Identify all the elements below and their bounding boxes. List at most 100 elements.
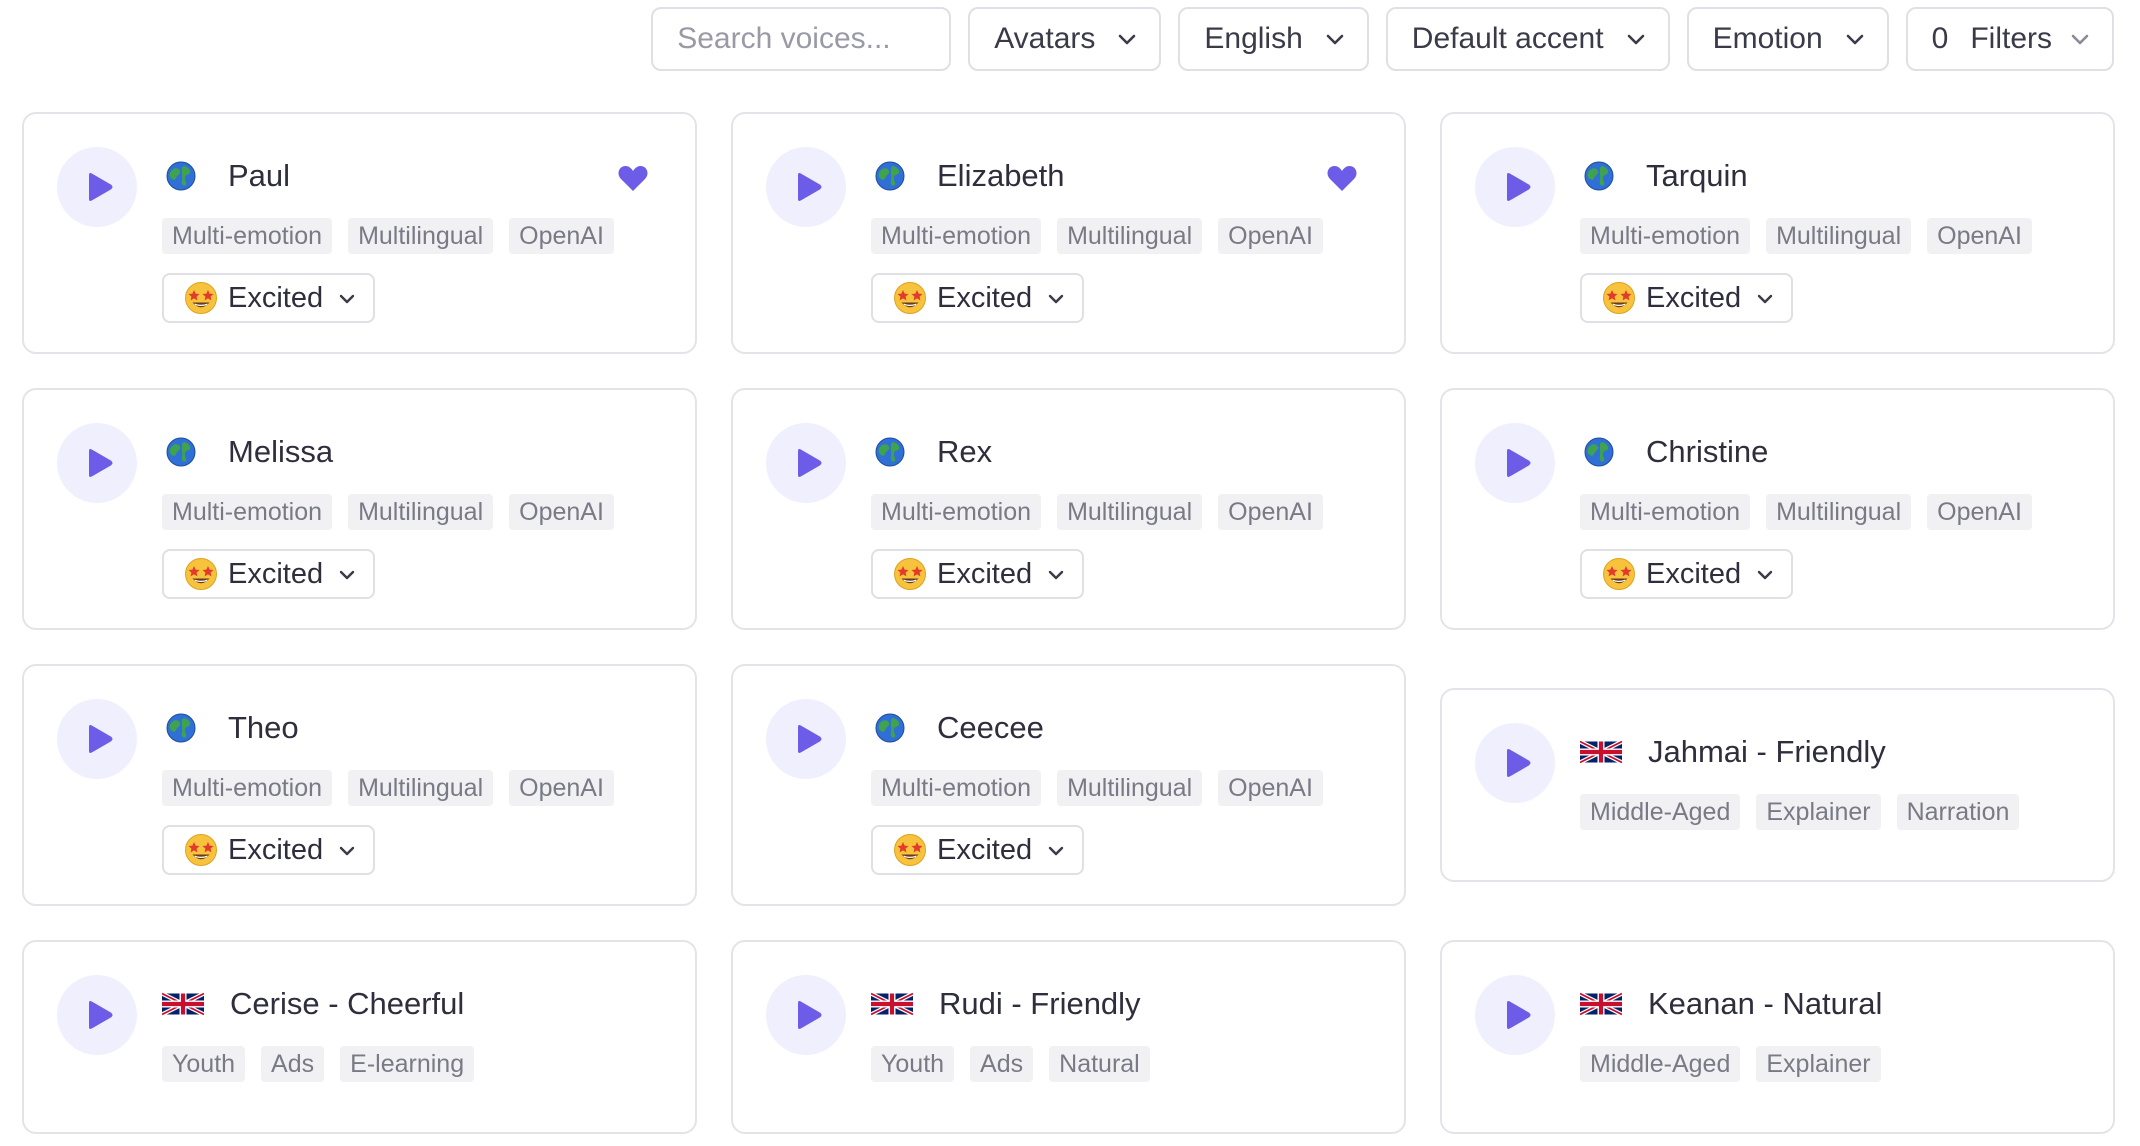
voice-tags: Middle-Aged Explainer [1580, 1046, 1881, 1082]
chevron-down-icon [1627, 34, 1644, 45]
globe-icon [166, 161, 196, 191]
chevron-down-icon [339, 570, 355, 579]
voice-card[interactable]: Keanan - Natural Middle-Aged Explainer [1440, 940, 2115, 1134]
voice-tag: Multilingual [1766, 494, 1912, 530]
voice-name: Keanan - Natural [1648, 986, 1883, 1021]
chevron-down-icon [1119, 34, 1136, 45]
language-dropdown[interactable]: English [1178, 7, 1369, 71]
voice-card[interactable]: Jahmai - Friendly Middle-Aged Explainer Na… [1440, 688, 2115, 882]
chevron-down-icon [1757, 294, 1773, 303]
heart-icon[interactable] [617, 164, 649, 192]
voice-name-row: Elizabeth [871, 158, 1065, 194]
play-button[interactable] [57, 423, 137, 503]
search-input[interactable] [651, 7, 952, 71]
emotion-dropdown[interactable]: Emotion [1686, 7, 1889, 71]
voice-tag: Multi-emotion [1580, 218, 1751, 254]
voice-card[interactable]: Paul Multi-emotion Multilingual OpenAI Exc… [22, 112, 697, 354]
voice-name-row: Ceecee [871, 710, 1044, 746]
play-icon [1507, 173, 1531, 201]
voice-name: Theo [228, 710, 299, 745]
star-struck-emoji-icon [185, 834, 217, 866]
voice-name: Cerise - Cheerful [230, 986, 465, 1021]
voice-tag: Multi-emotion [871, 770, 1042, 806]
emotion-select[interactable]: Excited [1580, 273, 1794, 323]
star-struck-emoji-icon [1603, 282, 1635, 314]
uk-flag-icon [1580, 991, 1622, 1017]
star-struck-emoji-icon [894, 282, 926, 314]
voice-tag: OpenAI [1218, 218, 1323, 254]
voice-name: Melissa [228, 434, 334, 469]
voice-tag: OpenAI [1927, 494, 2032, 530]
play-button[interactable] [1475, 147, 1555, 227]
play-button[interactable] [766, 147, 846, 227]
voice-card[interactable]: Ceecee Multi-emotion Multilingual OpenAI E… [731, 664, 1406, 906]
voice-name-row: Melissa [162, 434, 333, 470]
emotion-select-label: Excited [228, 281, 324, 314]
voice-card[interactable]: Elizabeth Multi-emotion Multilingual OpenA… [731, 112, 1406, 354]
voice-tag: Narration [1896, 794, 2020, 830]
voice-tag: Youth [871, 1046, 955, 1082]
voice-tag: Ads [261, 1046, 325, 1082]
language-dropdown-label: English [1204, 22, 1303, 55]
voice-tag: Explainer [1756, 1046, 1881, 1082]
filters-dropdown[interactable]: 0 Filters [1905, 7, 2114, 71]
voice-tag: E-learning [340, 1046, 475, 1082]
voice-card[interactable]: Rudi - Friendly Youth Ads Natural [731, 940, 1406, 1134]
globe-icon [1584, 161, 1614, 191]
play-icon [798, 449, 822, 477]
emotion-select-label: Excited [937, 281, 1033, 314]
play-icon [89, 1001, 113, 1029]
play-button[interactable] [766, 423, 846, 503]
play-button[interactable] [57, 147, 137, 227]
voice-tags: Youth Ads Natural [871, 1046, 1150, 1082]
emotion-select[interactable]: Excited [871, 549, 1085, 599]
voice-card[interactable]: Rex Multi-emotion Multilingual OpenAI Exci… [731, 388, 1406, 630]
voice-name-row: Jahmai - Friendly [1580, 734, 1886, 770]
voice-card[interactable]: Theo Multi-emotion Multilingual OpenAI Exc… [22, 664, 697, 906]
play-button[interactable] [1475, 423, 1555, 503]
voice-tags: Middle-Aged Explainer Narration [1580, 794, 2020, 830]
heart-icon[interactable] [1326, 164, 1358, 192]
play-button[interactable] [766, 975, 846, 1055]
emotion-select[interactable]: Excited [162, 825, 376, 875]
voice-name: Rudi - Friendly [939, 986, 1141, 1021]
star-struck-emoji-icon [185, 282, 217, 314]
play-button[interactable] [766, 699, 846, 779]
emotion-select-label: Excited [1646, 557, 1742, 590]
avatars-dropdown[interactable]: Avatars [968, 7, 1162, 71]
globe-icon [1584, 437, 1614, 467]
play-button[interactable] [57, 975, 137, 1055]
voice-tag: Multilingual [348, 494, 494, 530]
voice-tag: Multi-emotion [871, 218, 1042, 254]
voice-card[interactable]: Christine Multi-emotion Multilingual OpenA… [1440, 388, 2115, 630]
emotion-select-label: Excited [228, 557, 324, 590]
uk-flag-icon [871, 991, 913, 1017]
chevron-down-icon [1757, 570, 1773, 579]
voice-card[interactable]: Tarquin Multi-emotion Multilingual OpenAI … [1440, 112, 2115, 354]
star-struck-emoji-icon [894, 558, 926, 590]
voice-name: Ceecee [937, 710, 1044, 745]
voice-card[interactable]: Melissa Multi-emotion Multilingual OpenAI … [22, 388, 697, 630]
play-icon [89, 449, 113, 477]
play-button[interactable] [1475, 723, 1555, 803]
voice-tags: Multi-emotion Multilingual OpenAI [1580, 218, 2032, 254]
play-icon [798, 1001, 822, 1029]
voice-tag: Youth [162, 1046, 246, 1082]
emotion-select[interactable]: Excited [162, 549, 376, 599]
play-button[interactable] [57, 699, 137, 779]
emotion-select[interactable]: Excited [162, 273, 376, 323]
chevron-down-icon [339, 294, 355, 303]
chevron-down-icon [2071, 34, 2089, 45]
voice-tag: Ads [970, 1046, 1034, 1082]
emotion-select[interactable]: Excited [871, 825, 1085, 875]
play-button[interactable] [1475, 975, 1555, 1055]
voice-card[interactable]: Cerise - Cheerful Youth Ads E-learning [22, 940, 697, 1134]
emotion-select[interactable]: Excited [1580, 549, 1794, 599]
play-icon [1507, 449, 1531, 477]
star-struck-emoji-icon [185, 558, 217, 590]
voice-tag: Multi-emotion [162, 494, 333, 530]
emotion-dropdown-label: Emotion [1712, 22, 1823, 55]
voice-name-row: Tarquin [1580, 158, 1748, 194]
accent-dropdown[interactable]: Default accent [1385, 7, 1670, 71]
emotion-select[interactable]: Excited [871, 273, 1085, 323]
